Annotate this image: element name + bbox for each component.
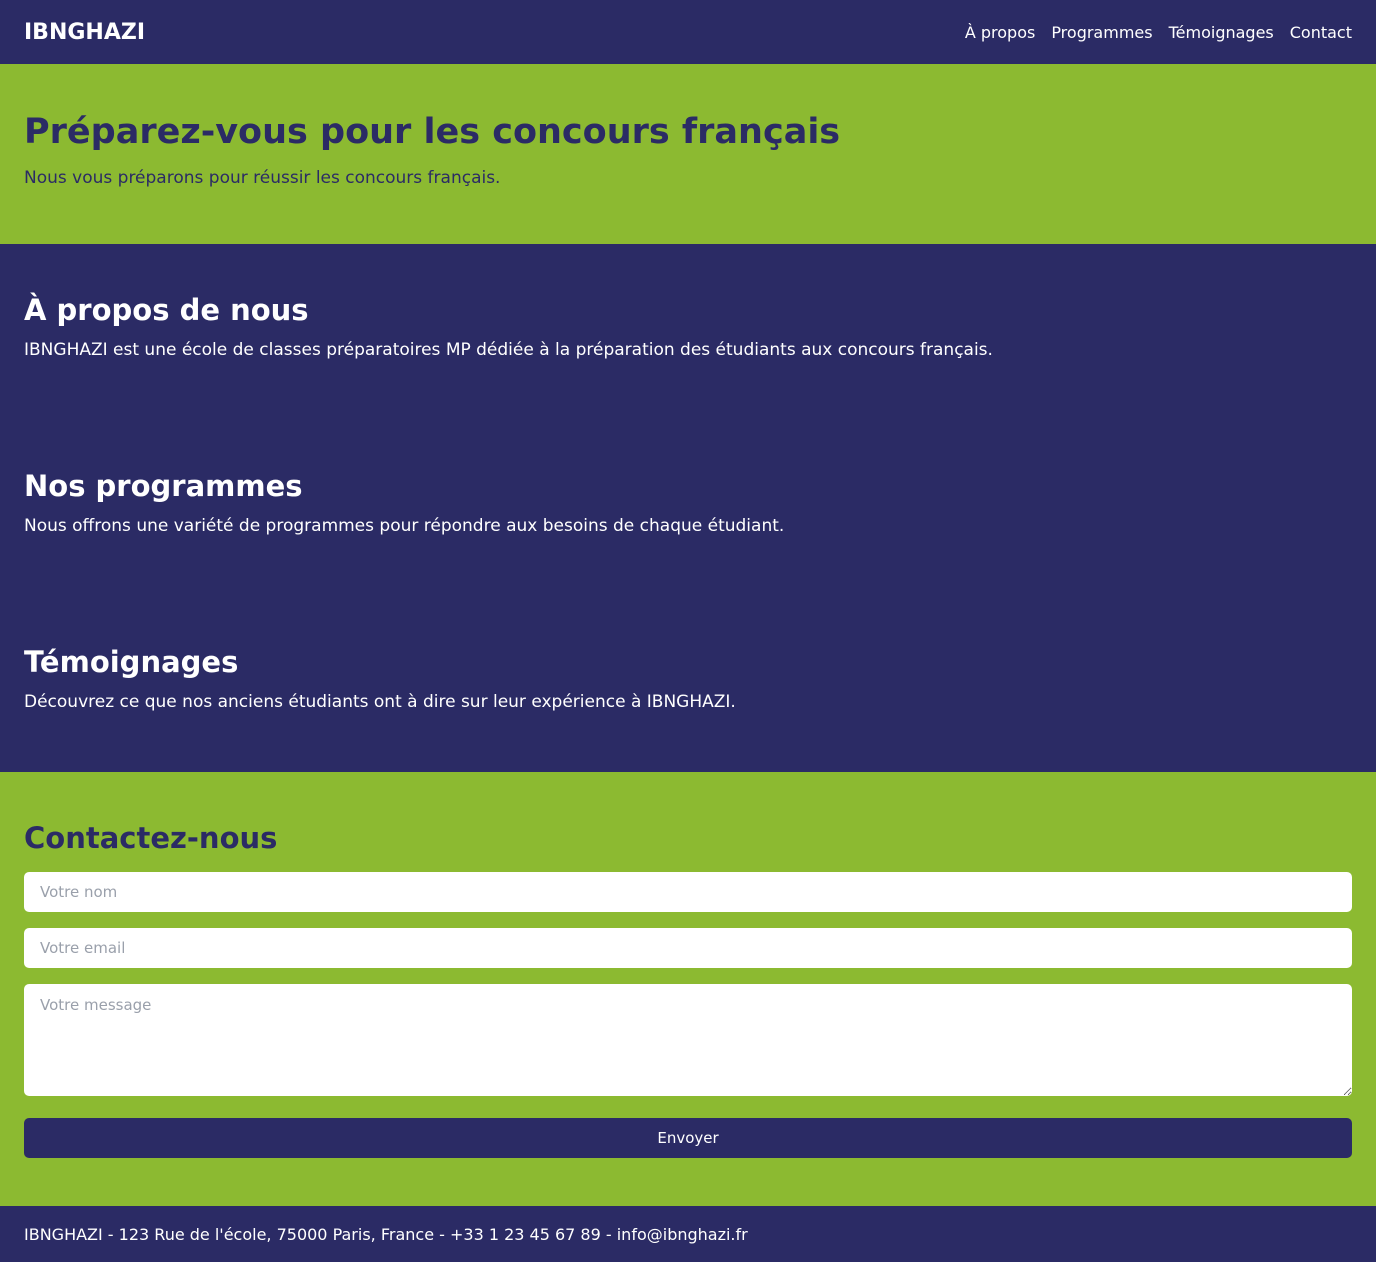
footer-text: IBNGHAZI - 123 Rue de l'école, 75000 Par… [24, 1224, 748, 1244]
name-field[interactable] [24, 872, 1352, 912]
programs-text: Nous offrons une variété de programmes p… [24, 516, 785, 536]
about-section: À propos de nous IBNGHAZI est une école … [0, 244, 1376, 420]
about-title: À propos de nous [24, 293, 309, 327]
contact-title: Contactez-nous [24, 821, 278, 855]
hero-section: Préparez-vous pour les concours français… [0, 64, 1376, 244]
main-nav: À propos Programmes Témoignages Contact [965, 23, 1352, 42]
hero-subtitle: Nous vous préparons pour réussir les con… [24, 168, 501, 188]
programs-title: Nos programmes [24, 469, 303, 503]
message-field[interactable] [24, 984, 1352, 1096]
programs-section: Nos programmes Nous offrons une variété … [0, 420, 1376, 596]
site-header: IBNGHAZI À propos Programmes Témoignages… [0, 0, 1376, 64]
contact-form: Envoyer [24, 872, 1352, 1158]
testimonials-title: Témoignages [24, 645, 239, 679]
contact-section: Contactez-nous Envoyer [0, 772, 1376, 1206]
about-text: IBNGHAZI est une école de classes prépar… [24, 340, 993, 360]
testimonials-section: Témoignages Découvrez ce que nos anciens… [0, 596, 1376, 772]
email-field[interactable] [24, 928, 1352, 968]
nav-link-contact[interactable]: Contact [1290, 23, 1352, 42]
testimonials-text: Découvrez ce que nos anciens étudiants o… [24, 692, 736, 712]
site-footer: IBNGHAZI - 123 Rue de l'école, 75000 Par… [0, 1206, 1376, 1262]
nav-link-programmes[interactable]: Programmes [1051, 23, 1152, 42]
send-button[interactable]: Envoyer [24, 1118, 1352, 1158]
hero-title: Préparez-vous pour les concours français [24, 112, 841, 152]
nav-link-temoignages[interactable]: Témoignages [1169, 23, 1274, 42]
brand-logo[interactable]: IBNGHAZI [24, 20, 145, 45]
nav-link-a-propos[interactable]: À propos [965, 23, 1035, 42]
